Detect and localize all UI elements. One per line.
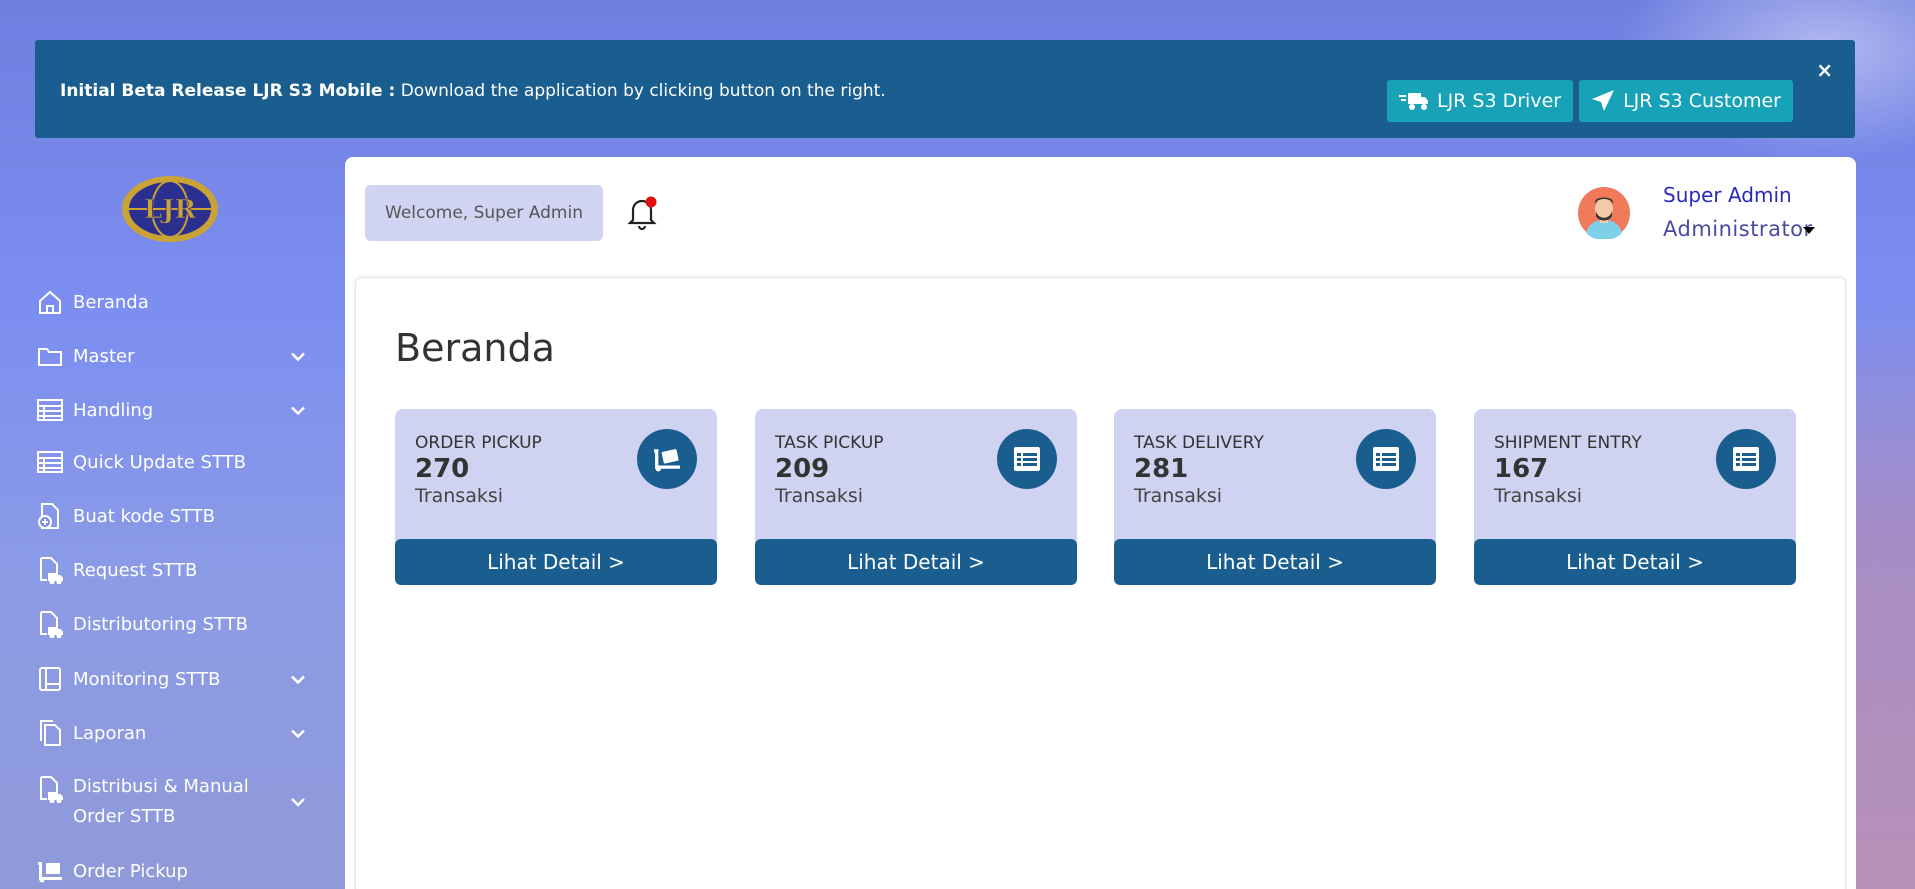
sidebar-item-label: Distributoring STTB bbox=[73, 613, 249, 635]
sidebar-item-order-pickup[interactable]: Order Pickup bbox=[36, 857, 306, 885]
user-avatar[interactable] bbox=[1578, 187, 1630, 241]
sidebar-item-label: Handling bbox=[73, 399, 154, 421]
lihat-detail-button[interactable]: Lihat Detail > bbox=[395, 539, 717, 585]
user-role-dropdown[interactable]: Administrator bbox=[1663, 217, 1813, 241]
sidebar-item-label-line2: Order STTB bbox=[73, 806, 176, 827]
sidebar-item-handling[interactable]: Handling bbox=[36, 396, 306, 424]
stat-value: 209 bbox=[775, 454, 830, 484]
chevron-down-icon[interactable] bbox=[290, 723, 306, 744]
stat-card-body: ORDER PICKUP 270 Transaksi bbox=[395, 409, 717, 544]
sidebar-item-request-sttb[interactable]: Request STTB bbox=[36, 556, 306, 584]
banner-title: Initial Beta Release LJR S3 Mobile : bbox=[60, 81, 396, 101]
chevron-down-icon[interactable] bbox=[290, 346, 306, 367]
stat-card-task-delivery: TASK DELIVERY 281 Transaksi Lihat Detail… bbox=[1114, 409, 1436, 585]
content-card: Beranda ORDER PICKUP 270 Transaksi Lihat… bbox=[355, 277, 1846, 889]
chevron-down-icon[interactable] bbox=[290, 400, 306, 421]
stat-value: 281 bbox=[1134, 454, 1189, 484]
table-icon bbox=[36, 448, 64, 476]
stat-card-body: SHIPMENT ENTRY 167 Transaksi bbox=[1474, 409, 1796, 544]
driver-button-label: LJR S3 Driver bbox=[1436, 90, 1562, 112]
svg-text:LJR: LJR bbox=[144, 195, 197, 225]
sidebar-item-label: Master bbox=[73, 345, 135, 367]
sidebar-item-label: Buat kode STTB bbox=[73, 505, 216, 527]
sidebar-item-label: Order Pickup bbox=[73, 860, 188, 882]
stat-unit: Transaksi bbox=[415, 485, 504, 507]
stat-card-shipment-entry: SHIPMENT ENTRY 167 Transaksi Lihat Detai… bbox=[1474, 409, 1796, 585]
file-truck-icon bbox=[36, 775, 64, 803]
sidebar-item-quick-update-sttb[interactable]: Quick Update STTB bbox=[36, 448, 306, 476]
sidebar: LJR Beranda Master Handling Quick Update… bbox=[0, 160, 345, 889]
file-add-icon bbox=[36, 502, 64, 530]
notification-bell-icon[interactable] bbox=[625, 193, 659, 231]
table-icon bbox=[36, 396, 64, 424]
table-icon bbox=[1716, 429, 1776, 489]
stat-card-task-pickup: TASK PICKUP 209 Transaksi Lihat Detail > bbox=[755, 409, 1077, 585]
truck-icon bbox=[1398, 90, 1429, 112]
sidebar-item-label: Request STTB bbox=[73, 559, 198, 581]
stat-label: SHIPMENT ENTRY bbox=[1494, 433, 1642, 453]
welcome-badge: Welcome, Super Admin bbox=[365, 185, 603, 241]
stat-value: 270 bbox=[415, 454, 470, 484]
page-title: Beranda bbox=[395, 326, 555, 370]
dolly-icon bbox=[637, 429, 697, 489]
stat-card-body: TASK DELIVERY 281 Transaksi bbox=[1114, 409, 1436, 544]
book-icon bbox=[36, 665, 64, 693]
sidebar-item-beranda[interactable]: Beranda bbox=[36, 288, 306, 316]
file-truck-icon bbox=[36, 610, 64, 638]
lihat-detail-button[interactable]: Lihat Detail > bbox=[1114, 539, 1436, 585]
ljr-s3-customer-button[interactable]: LJR S3 Customer bbox=[1579, 80, 1793, 122]
folder-icon bbox=[36, 342, 64, 370]
banner-close-button[interactable]: × bbox=[1816, 58, 1833, 82]
caret-down-icon[interactable] bbox=[1803, 227, 1815, 234]
sidebar-item-label: Laporan bbox=[73, 722, 147, 744]
stat-unit: Transaksi bbox=[775, 485, 864, 507]
chevron-down-icon[interactable] bbox=[290, 669, 306, 690]
stat-label: ORDER PICKUP bbox=[415, 433, 542, 453]
sidebar-item-laporan[interactable]: Laporan bbox=[36, 719, 306, 747]
stat-card-order-pickup: ORDER PICKUP 270 Transaksi Lihat Detail … bbox=[395, 409, 717, 585]
stat-value: 167 bbox=[1494, 454, 1549, 484]
stat-label: TASK DELIVERY bbox=[1134, 433, 1264, 453]
beta-release-banner: Initial Beta Release LJR S3 Mobile : Dow… bbox=[35, 40, 1855, 138]
sidebar-item-label: Quick Update STTB bbox=[73, 451, 246, 473]
lihat-detail-button[interactable]: Lihat Detail > bbox=[1474, 539, 1796, 585]
customer-button-label: LJR S3 Customer bbox=[1623, 90, 1781, 112]
ljr-s3-driver-button[interactable]: LJR S3 Driver bbox=[1386, 80, 1574, 122]
table-icon bbox=[997, 429, 1057, 489]
sidebar-item-buat-kode-sttb[interactable]: Buat kode STTB bbox=[36, 502, 306, 530]
stat-label: TASK PICKUP bbox=[775, 433, 884, 453]
files-icon bbox=[36, 719, 64, 747]
sidebar-item-distribusi-manual-order-sttb[interactable]: Distribusi & Manual Order STTB bbox=[36, 772, 306, 832]
stat-unit: Transaksi bbox=[1134, 485, 1223, 507]
home-icon bbox=[36, 288, 64, 316]
sidebar-item-master[interactable]: Master bbox=[36, 342, 306, 370]
main-panel: Welcome, Super Admin Super Admin Adminis… bbox=[345, 157, 1856, 889]
sidebar-item-distributoring-sttb[interactable]: Distributoring STTB bbox=[36, 610, 306, 638]
table-icon bbox=[1356, 429, 1416, 489]
sidebar-item-monitoring-sttb[interactable]: Monitoring STTB bbox=[36, 665, 306, 693]
stat-unit: Transaksi bbox=[1494, 485, 1583, 507]
sidebar-item-label: Monitoring STTB bbox=[73, 668, 221, 690]
banner-text: Initial Beta Release LJR S3 Mobile : Dow… bbox=[60, 81, 886, 101]
banner-message: Download the application by clicking but… bbox=[400, 81, 886, 101]
send-icon bbox=[1591, 89, 1615, 113]
chevron-down-icon[interactable] bbox=[290, 787, 306, 817]
dolly-icon bbox=[36, 857, 64, 885]
file-truck-icon bbox=[36, 556, 64, 584]
sidebar-item-label: Distribusi & Manual bbox=[73, 776, 249, 797]
stat-card-body: TASK PICKUP 209 Transaksi bbox=[755, 409, 1077, 544]
user-name[interactable]: Super Admin bbox=[1663, 183, 1792, 207]
sidebar-item-label: Beranda bbox=[73, 291, 149, 313]
ljr-logo[interactable]: LJR bbox=[120, 173, 220, 245]
lihat-detail-button[interactable]: Lihat Detail > bbox=[755, 539, 1077, 585]
